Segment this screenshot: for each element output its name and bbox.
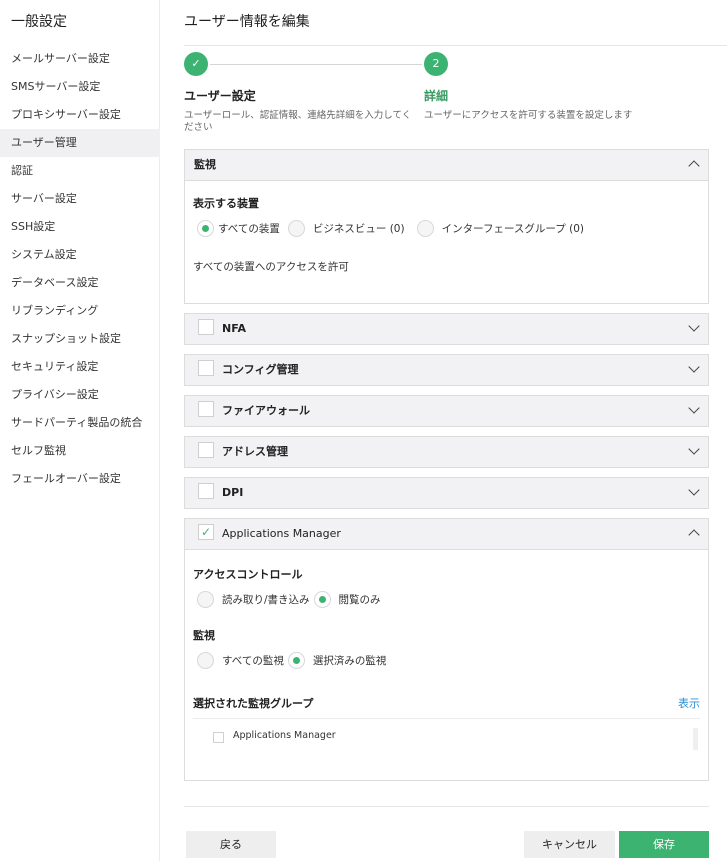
check-icon[interactable]: ✓	[198, 524, 214, 540]
module-label: DPI	[222, 486, 244, 499]
monitor-panel-body: 表示する装置 すべての装置 ビジネスビュー (0) インターフェースグループ (…	[185, 180, 708, 303]
radio-selected-monitors[interactable]	[287, 651, 305, 669]
module-panel-header[interactable]: DPI	[185, 478, 708, 508]
sidebar-item-sms-server[interactable]: SMSサーバー設定	[0, 73, 160, 101]
footer-divider	[184, 806, 709, 807]
apm-panel-body: アクセスコントロール 読み取り/書き込み 閲覧のみ 監視 すべての監視 選択済み…	[185, 549, 708, 780]
sidebar-item-failover[interactable]: フェールオーバー設定	[0, 465, 160, 493]
module-panel-config: コンフィグ管理	[184, 354, 709, 386]
page-title: ユーザー情報を編集	[184, 14, 310, 30]
module-panel-address: アドレス管理	[184, 436, 709, 468]
sidebar-title: 一般設定	[11, 14, 67, 30]
step-2-title: 詳細	[424, 89, 449, 103]
sidebar-nav: メールサーバー設定 SMSサーバー設定 プロキシサーバー設定 ユーザー管理 認証…	[0, 45, 160, 493]
sidebar-item-rebranding[interactable]: リブランディング	[0, 297, 160, 325]
module-panel-header[interactable]: ファイアウォール	[185, 396, 708, 426]
step-1-description: ユーザーロール、認証情報、連絡先詳細を入力してください	[184, 110, 412, 133]
chevron-down-icon[interactable]	[688, 320, 700, 332]
groups-divider	[193, 718, 700, 719]
radio-all-devices-label: すべての装置	[218, 222, 280, 235]
selected-groups-label: 選択された監視グループ	[193, 697, 314, 710]
chevron-down-icon[interactable]	[688, 402, 700, 414]
access-control-label: アクセスコントロール	[193, 568, 303, 581]
apm-panel-header[interactable]: ✓ Applications Manager	[185, 519, 708, 549]
group-item-label: Applications Manager	[233, 730, 336, 741]
chevron-down-icon[interactable]	[688, 484, 700, 496]
chevron-down-icon[interactable]	[688, 361, 700, 373]
radio-all-monitors[interactable]	[197, 651, 214, 669]
module-panel-applications-manager: ✓ Applications Manager アクセスコントロール 読み取り/書…	[184, 518, 709, 781]
module-checkbox[interactable]	[198, 401, 214, 417]
sidebar-item-mail-server[interactable]: メールサーバー設定	[0, 45, 160, 73]
module-panel-header[interactable]: NFA	[185, 314, 708, 344]
devices-section-label: 表示する装置	[193, 197, 259, 210]
module-panel-header[interactable]: コンフィグ管理	[185, 355, 708, 385]
module-label: コンフィグ管理	[222, 363, 299, 376]
groups-scrollbar[interactable]	[693, 728, 698, 750]
module-label: NFA	[222, 322, 246, 335]
sidebar-item-snapshot-settings[interactable]: スナップショット設定	[0, 325, 160, 353]
sidebar-item-ssh-settings[interactable]: SSH設定	[0, 213, 160, 241]
sidebar-item-authentication[interactable]: 認証	[0, 157, 160, 185]
radio-read-write-label: 読み取り/書き込み	[222, 593, 310, 606]
chevron-up-icon[interactable]	[688, 160, 700, 172]
devices-radio-group: すべての装置 ビジネスビュー (0) インターフェースグループ (0)	[197, 219, 592, 237]
show-groups-link[interactable]: 表示	[678, 695, 700, 711]
monitor-panel-header[interactable]: 監視	[185, 150, 708, 180]
sidebar-item-database-settings[interactable]: データベース設定	[0, 269, 160, 297]
step-number-badge: 2	[424, 52, 448, 76]
sidebar-item-proxy-server[interactable]: プロキシサーバー設定	[0, 101, 160, 129]
module-panel-firewall: ファイアウォール	[184, 395, 709, 427]
back-button[interactable]: 戻る	[186, 831, 276, 858]
apm-panel-title: Applications Manager	[222, 527, 341, 540]
radio-all-monitors-label: すべての監視	[222, 654, 284, 667]
header-divider	[184, 45, 727, 46]
chevron-down-icon[interactable]	[688, 443, 700, 455]
radio-read-only-label: 閲覧のみ	[338, 593, 381, 606]
module-panel-dpi: DPI	[184, 477, 709, 509]
module-checkbox[interactable]	[198, 319, 214, 335]
apm-monitor-label: 監視	[193, 629, 215, 642]
monitor-panel-title: 監視	[194, 158, 216, 171]
module-checkbox[interactable]	[198, 360, 214, 376]
radio-all-devices[interactable]	[197, 219, 214, 237]
module-checkbox[interactable]	[198, 483, 214, 499]
step-1-title: ユーザー設定	[184, 89, 256, 103]
radio-interface-group-label: インターフェースグループ (0)	[441, 222, 585, 235]
cancel-button[interactable]: キャンセル	[524, 831, 615, 858]
module-label: ファイアウォール	[222, 404, 310, 417]
monitor-radio-group: すべての監視 選択済みの監視	[197, 651, 394, 669]
save-button[interactable]: 保存	[619, 831, 709, 858]
stepper-line	[210, 64, 422, 65]
radio-business-view-label: ビジネスビュー (0)	[312, 222, 405, 235]
sidebar-item-privacy-settings[interactable]: プライバシー設定	[0, 381, 160, 409]
radio-interface-group[interactable]	[416, 219, 434, 237]
settings-sidebar: 一般設定 メールサーバー設定 SMSサーバー設定 プロキシサーバー設定 ユーザー…	[0, 0, 160, 861]
module-checkbox[interactable]	[198, 442, 214, 458]
radio-selected-monitors-label: 選択済みの監視	[312, 654, 387, 667]
main-content: ユーザー情報を編集 ✓ 2 ユーザー設定 詳細 ユーザーロール、認証情報、連絡先…	[160, 0, 727, 861]
monitor-panel: 監視 表示する装置 すべての装置 ビジネスビュー (0) インターフェースグルー…	[184, 149, 709, 304]
module-panel-header[interactable]: アドレス管理	[185, 437, 708, 467]
sidebar-item-self-monitoring[interactable]: セルフ監視	[0, 437, 160, 465]
radio-read-only[interactable]	[313, 590, 331, 608]
step-complete-check-icon: ✓	[184, 52, 208, 76]
module-panel-nfa: NFA	[184, 313, 709, 345]
access-radio-group: 読み取り/書き込み 閲覧のみ	[197, 590, 389, 608]
group-checkbox[interactable]	[213, 732, 224, 743]
radio-business-view[interactable]	[287, 219, 305, 237]
sidebar-item-third-party[interactable]: サードパーティ製品の統合	[0, 409, 160, 437]
sidebar-item-user-management[interactable]: ユーザー管理	[0, 129, 160, 157]
groups-list: Applications Manager	[193, 724, 700, 754]
sidebar-item-system-settings[interactable]: システム設定	[0, 241, 160, 269]
radio-read-write[interactable]	[197, 590, 214, 608]
sidebar-item-server-settings[interactable]: サーバー設定	[0, 185, 160, 213]
module-label: アドレス管理	[222, 445, 288, 458]
chevron-up-icon[interactable]	[688, 529, 700, 541]
sidebar-item-security-settings[interactable]: セキュリティ設定	[0, 353, 160, 381]
step-2-description: ユーザーにアクセスを許可する装置を設定します	[424, 110, 633, 121]
access-info-text: すべての装置へのアクセスを許可	[193, 261, 349, 273]
